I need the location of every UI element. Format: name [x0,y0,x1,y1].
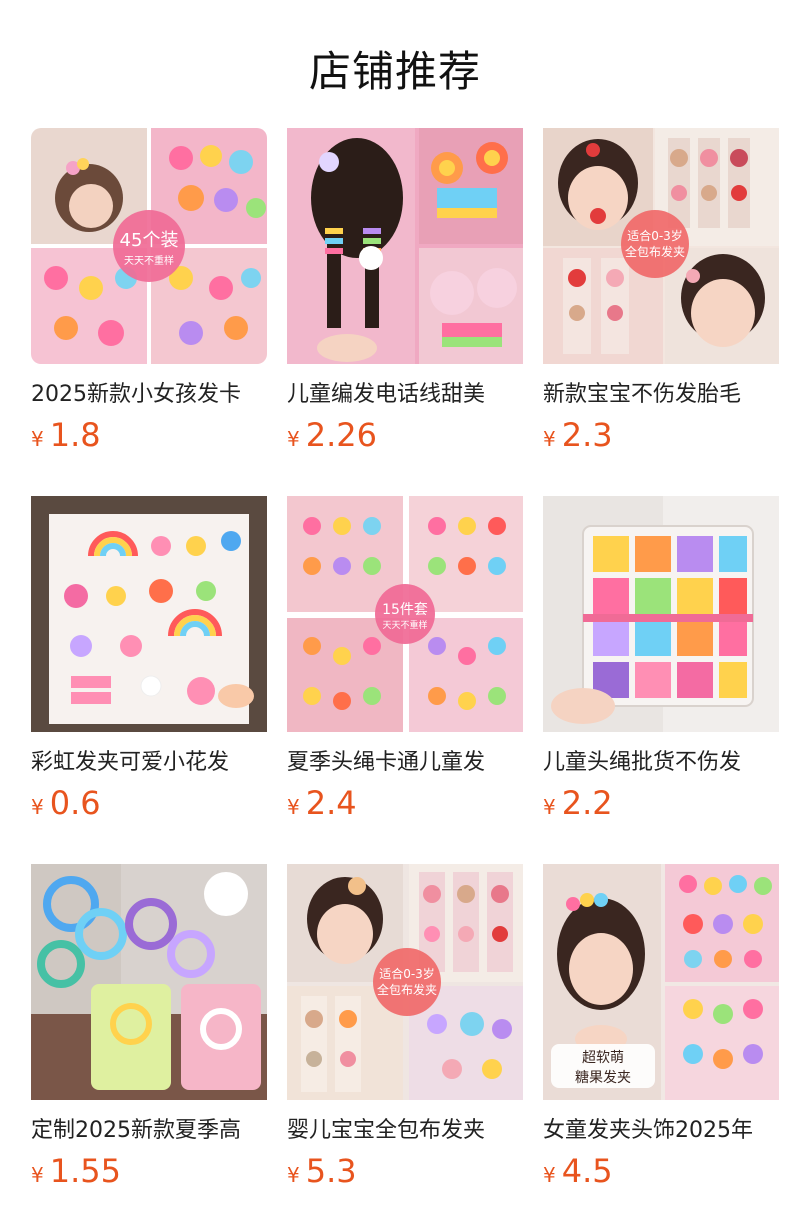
girls-hair-accessories-image[interactable]: 超软萌 糖果发夹 [543,864,779,1100]
baby-fabric-hairclips-image[interactable]: 适合0-3岁 全包布发夹 [287,864,523,1100]
kids-hairclips-collage-image[interactable]: 45个装 天天不重样 [31,128,267,364]
price-value: 2.3 [561,416,613,454]
product-name[interactable]: 儿童头绳批货不伤发 [543,744,779,778]
product-card[interactable]: 儿童头绳批货不伤发 ¥2.2 [543,496,779,826]
product-name[interactable]: 女童发夹头饰2025年 [543,1112,779,1146]
product-name[interactable]: 2025新款小女孩发卡 [31,376,267,410]
product-card[interactable]: 超软萌 糖果发夹 女童发夹头饰2025年 ¥4.5 [543,864,779,1194]
rainbow-hairclips-card-image[interactable] [31,496,267,732]
product-price: ¥2.3 [543,416,613,456]
product-price: ¥0.6 [31,784,101,824]
product-name[interactable]: 儿童编发电话线甜美 [287,376,523,410]
page-title: 店铺推荐 [308,47,481,96]
product-card[interactable]: 45个装 天天不重样 2025新款小女孩发卡 ¥1.8 [31,128,267,458]
badge-line-1: 15件套 [382,602,428,618]
badge-line-1: 45个装 [120,230,179,251]
product-name[interactable]: 定制2025新款夏季高 [31,1112,267,1146]
currency-symbol: ¥ [543,1163,556,1187]
price-value: 5.3 [305,1152,357,1190]
price-value: 0.6 [49,784,101,822]
baby-hairclip-photo-image[interactable]: 适合0-3岁 全包布发夹 [543,128,779,364]
badge-line-1: 适合0-3岁 [379,966,435,981]
product-price: ¥1.8 [31,416,101,456]
currency-symbol: ¥ [287,427,300,451]
currency-symbol: ¥ [31,1163,44,1187]
product-price: ¥2.2 [543,784,613,824]
currency-symbol: ¥ [287,1163,300,1187]
product-grid: 45个装 天天不重样 2025新款小女孩发卡 ¥1.8 儿童编发电话线甜美 ¥ … [31,128,790,1228]
badge-line-2: 天天不重样 [124,254,174,267]
product-price: ¥4.5 [543,1152,613,1192]
product-name[interactable]: 夏季头绳卡通儿童发 [287,744,523,778]
product-price: ¥2.26 [287,416,377,456]
price-value: 2.4 [305,784,357,822]
braided-phone-cord-hairtie-image[interactable] [287,128,523,364]
overlay-text-1: 超软萌 [582,1050,624,1066]
spiral-phone-cord-hairties-image[interactable] [31,864,267,1100]
product-name[interactable]: 婴儿宝宝全包布发夹 [287,1112,523,1146]
price-value: 2.2 [561,784,613,822]
currency-symbol: ¥ [543,427,556,451]
currency-symbol: ¥ [287,795,300,819]
badge-line-2: 全包布发夹 [377,982,437,997]
product-price: ¥1.55 [31,1152,121,1192]
price-value: 1.8 [49,416,101,454]
product-card[interactable]: 定制2025新款夏季高 ¥1.55 [31,864,267,1194]
product-card[interactable]: 彩虹发夹可爱小花发 ¥0.6 [31,496,267,826]
product-card[interactable]: 适合0-3岁 全包布发夹 新款宝宝不伤发胎毛 ¥2.3 [543,128,779,458]
currency-symbol: ¥ [31,795,44,819]
badge-line-1: 适合0-3岁 [627,228,683,243]
product-price: ¥2.4 [287,784,357,824]
product-card[interactable]: 儿童编发电话线甜美 ¥2.26 [287,128,523,458]
price-value: 2.26 [305,416,377,454]
price-value: 1.55 [49,1152,121,1190]
badge-line-2: 全包布发夹 [625,244,685,259]
product-name[interactable]: 彩虹发夹可爱小花发 [31,744,267,778]
badge-line-2: 天天不重样 [382,619,427,631]
product-name[interactable]: 新款宝宝不伤发胎毛 [543,376,779,410]
hairtie-storage-box-image[interactable] [543,496,779,732]
product-card[interactable]: 15件套 天天不重样 夏季头绳卡通儿童发 ¥2.4 [287,496,523,826]
currency-symbol: ¥ [31,427,44,451]
product-card[interactable]: 适合0-3岁 全包布发夹 婴儿宝宝全包布发夹 ¥5.3 [287,864,523,1194]
currency-symbol: ¥ [543,795,556,819]
product-price: ¥5.3 [287,1152,357,1192]
cartoon-hairties-collage-image[interactable]: 15件套 天天不重样 [287,496,523,732]
overlay-text-2: 糖果发夹 [575,1070,631,1086]
price-value: 4.5 [561,1152,613,1190]
shop-recommend-header: 店铺推荐 [0,0,790,130]
